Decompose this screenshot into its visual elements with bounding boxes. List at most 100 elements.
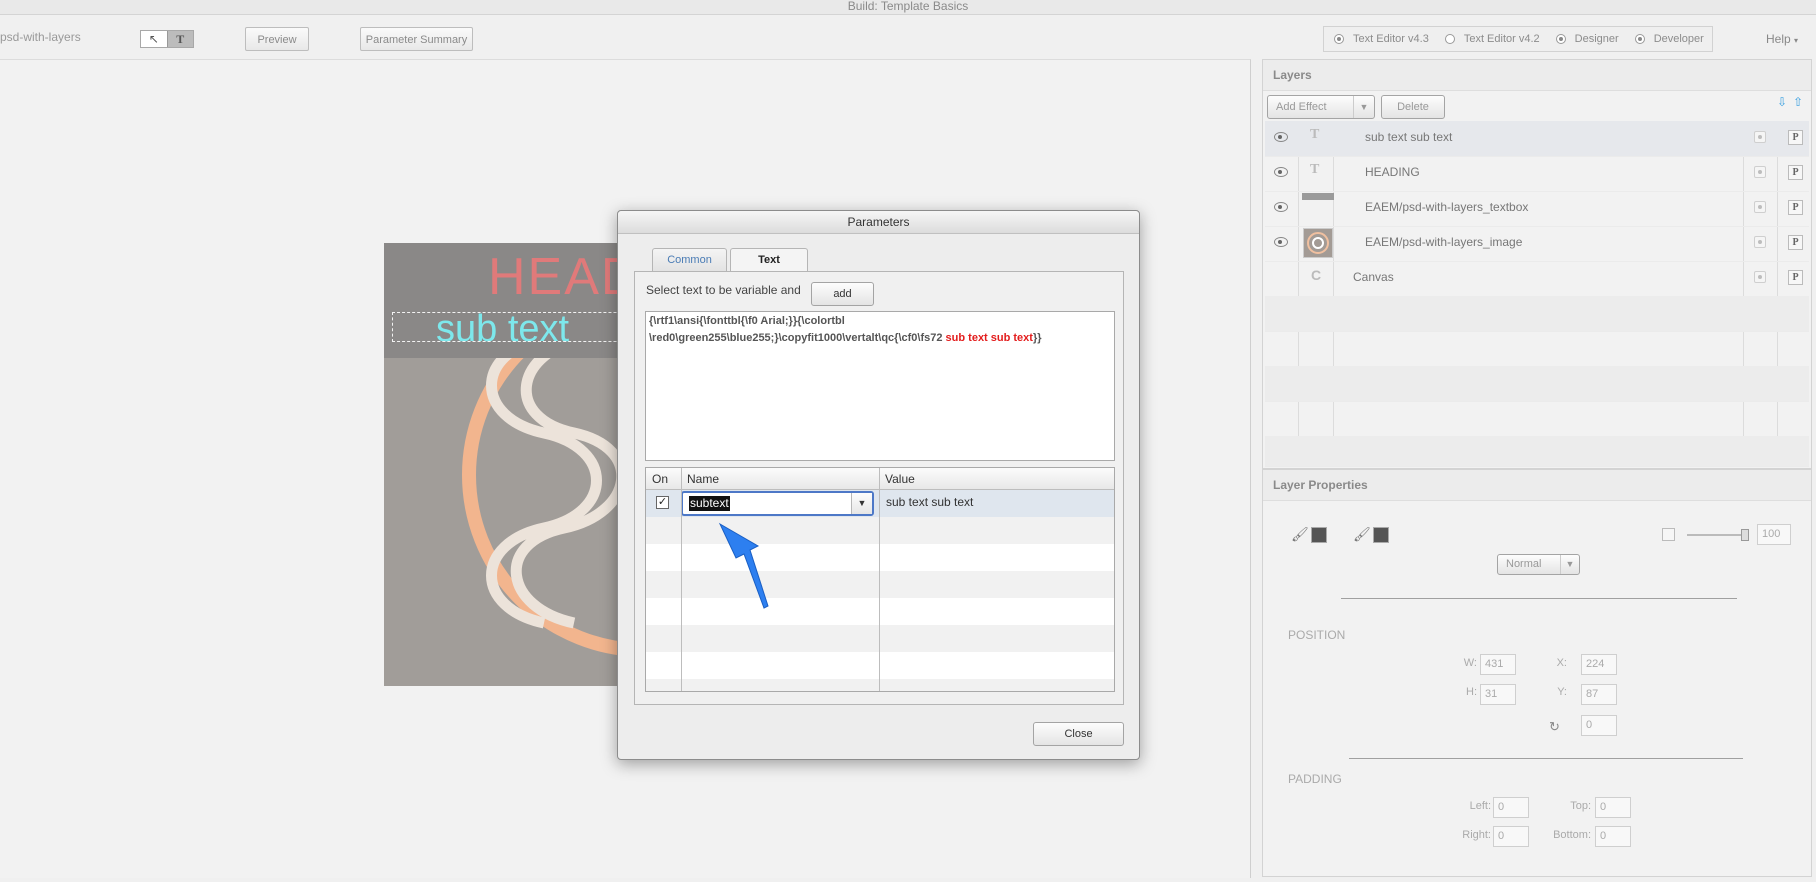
x-field[interactable]: 224 [1581,654,1617,675]
padding-right-label: Right: [1462,829,1491,841]
layer-row[interactable]: T sub text sub text P [1265,121,1809,157]
param-toggle-button[interactable]: P [1788,235,1803,250]
tab-common[interactable]: Common [652,248,727,272]
layer-row[interactable]: C Canvas P [1265,261,1809,297]
radio-icon [1334,34,1344,44]
preview-button[interactable]: Preview [245,27,309,51]
table-row [646,625,1114,652]
padding-right-field[interactable]: 0 [1493,826,1529,847]
layer-properties-title: Layer Properties [1263,470,1811,501]
arrow-cursor-icon[interactable]: ↖ [141,31,167,47]
param-value: sub text sub text [886,495,974,509]
fill-bucket-icon[interactable]: 🖌 [1291,526,1309,543]
chevron-down-icon: ▼ [1560,555,1579,574]
delete-layer-button[interactable]: Delete [1381,95,1445,119]
y-label: Y: [1557,686,1567,698]
layer-properties-panel: Layer Properties 🖌 🖌 100 Normal ▼ POSITIO… [1262,469,1812,877]
eye-icon[interactable] [1274,132,1288,142]
move-up-icon[interactable]: ⇧ [1793,95,1803,109]
help-menu[interactable]: Help ▾ [1766,32,1798,46]
text-layer-icon: T [1310,162,1320,177]
padding-top-label: Top: [1570,800,1591,812]
layer-name: EAEM/psd-with-layers_image [1365,235,1523,249]
annotation-arrow-icon [718,522,769,609]
eye-icon[interactable] [1274,167,1288,177]
move-down-icon[interactable]: ⇩ [1777,95,1787,109]
rtf-line-1: {\rtf1\ansi{\fonttbl{\f0 Arial;}}{\color… [649,315,845,327]
mode-text-editor-v43[interactable]: Text Editor v4.3 [1334,33,1429,45]
empty-row [1265,436,1809,467]
opacity-field[interactable]: 100 [1757,524,1791,545]
row-enabled-checkbox[interactable]: ✓ [656,496,669,509]
eye-icon[interactable] [1274,237,1288,247]
padding-top-field[interactable]: 0 [1595,797,1631,818]
stroke-bucket-icon[interactable]: 🖌 [1353,526,1371,543]
tool-segmented-control: ↖ T [140,30,194,48]
window-title-bar: Build: Template Basics [0,0,1816,15]
param-toggle-button[interactable]: P [1788,270,1803,285]
document-name: psd-with-layers [0,30,81,44]
layer-lock-toggle[interactable] [1754,131,1766,143]
layer-name: EAEM/psd-with-layers_textbox [1365,200,1529,214]
opacity-checkbox[interactable] [1662,528,1675,541]
chevron-down-icon: ▼ [1353,96,1374,118]
dialog-title: Parameters [618,211,1139,234]
padding-bottom-field[interactable]: 0 [1595,826,1631,847]
chevron-down-icon[interactable]: ▼ [851,493,872,514]
image-thumbnail-graphic [1307,232,1329,254]
rotation-field[interactable]: 0 [1581,715,1617,736]
layer-name: Canvas [1353,270,1394,284]
blend-mode-dropdown[interactable]: Normal ▼ [1497,554,1580,575]
empty-row [1265,401,1809,437]
eye-icon[interactable] [1274,202,1288,212]
padding-left-label: Left: [1469,800,1491,812]
height-field[interactable]: 31 [1480,684,1516,705]
rtf-source-textarea[interactable]: {\rtf1\ansi{\fonttbl{\f0 Arial;}}{\color… [645,311,1115,461]
table-row [646,652,1114,679]
layer-row[interactable]: EAEM/psd-with-layers_textbox P [1265,191,1809,227]
layer-lock-toggle[interactable] [1754,236,1766,248]
radio-icon [1444,34,1455,44]
width-field[interactable]: 431 [1480,654,1516,675]
col-on-header: On [646,468,681,490]
stroke-color-swatch[interactable] [1373,527,1389,543]
padding-section-label: PADDING [1288,772,1342,786]
param-toggle-button[interactable]: P [1788,165,1803,180]
radio-icon [1634,34,1645,44]
text-tool-icon[interactable]: T [166,31,193,47]
opacity-slider-track[interactable] [1687,534,1747,536]
mode-designer[interactable]: Designer [1555,33,1619,45]
height-label: H: [1466,686,1477,698]
tab-text[interactable]: Text [730,248,808,273]
add-effect-dropdown[interactable]: Add Effect ▼ [1267,95,1375,119]
chevron-down-icon: ▾ [1794,36,1799,45]
layer-lock-toggle[interactable] [1754,166,1766,178]
fill-color-swatch[interactable] [1311,527,1327,543]
parameter-summary-button[interactable]: Parameter Summary [360,27,473,51]
param-toggle-button[interactable]: P [1788,200,1803,215]
close-button[interactable]: Close [1033,722,1124,746]
layer-row[interactable]: T HEADING P [1265,156,1809,192]
table-row [646,679,1114,691]
y-field[interactable]: 87 [1581,684,1617,705]
window-title: Build: Template Basics [847,0,969,13]
layer-row[interactable]: EAEM/psd-with-layers_image P [1265,226,1809,262]
position-section-label: POSITION [1288,628,1346,642]
rtf-selected-text: sub text sub text [945,332,1033,344]
layer-lock-toggle[interactable] [1754,271,1766,283]
opacity-slider-thumb[interactable] [1741,529,1749,541]
param-name-value[interactable]: subtext [689,496,730,511]
mode-developer[interactable]: Developer [1634,33,1704,45]
image-thumbnail [1303,228,1333,258]
col-value-header: Value [879,468,1114,490]
mode-text-editor-v42[interactable]: Text Editor v4.2 [1444,33,1540,45]
layer-name: sub text sub text [1365,130,1453,144]
text-layer-icon: T [1310,127,1320,142]
padding-left-field[interactable]: 0 [1493,797,1529,818]
textbox-thumbnail [1302,193,1334,200]
param-toggle-button[interactable]: P [1788,130,1803,145]
layer-lock-toggle[interactable] [1754,201,1766,213]
width-label: W: [1463,657,1477,669]
layers-panel: Layers Add Effect ▼ Delete ⇩ ⇧ T sub text… [1262,59,1812,469]
add-button[interactable]: add [811,282,874,306]
